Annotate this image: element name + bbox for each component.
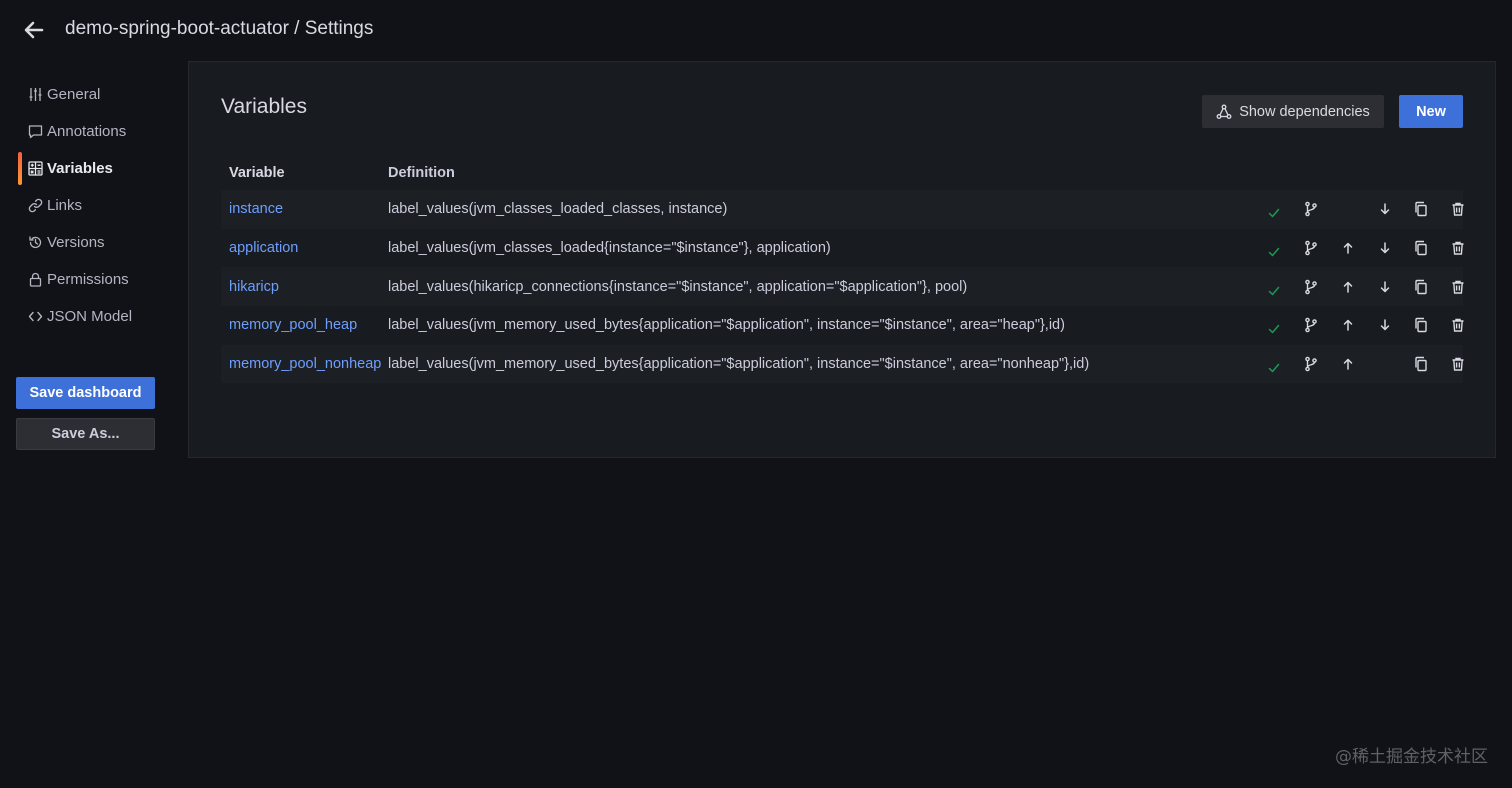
branch-icon[interactable] xyxy=(1302,355,1320,373)
variable-definition-cell: label_values(jvm_memory_used_bytes{appli… xyxy=(388,317,1065,334)
check-icon xyxy=(1265,243,1283,261)
variable-name-link[interactable]: memory_pool_heap xyxy=(229,317,357,333)
check-icon xyxy=(1265,204,1283,222)
watermark: @稀土掘金技术社区 xyxy=(1335,747,1488,767)
arrow-down-icon[interactable] xyxy=(1376,239,1394,257)
back-button[interactable] xyxy=(20,16,48,44)
arrow-left-icon xyxy=(24,21,44,39)
column-header-definition: Definition xyxy=(388,165,455,181)
arrow-down-icon[interactable] xyxy=(1376,316,1394,334)
variable-definition-cell: label_values(jvm_classes_loaded{instance… xyxy=(388,240,831,257)
branch-icon[interactable] xyxy=(1302,200,1320,218)
branch-icon[interactable] xyxy=(1302,316,1320,334)
check-icon xyxy=(1265,282,1283,300)
link-icon xyxy=(28,198,43,213)
arrow-down-icon[interactable] xyxy=(1376,278,1394,296)
sidebar-item-label: JSON Model xyxy=(47,308,133,325)
sidebar-item-label: Annotations xyxy=(47,123,127,140)
table-row: hikaricp label_values(hikaricp_connection… xyxy=(221,267,1464,307)
page-title: demo-spring-boot-actuator / Settings xyxy=(65,18,374,39)
copy-icon[interactable] xyxy=(1412,278,1430,296)
copy-icon[interactable] xyxy=(1412,239,1430,257)
sidebar-item-annotations[interactable]: Annotations xyxy=(0,113,170,150)
variable-definition-cell: label_values(hikaricp_connections{instan… xyxy=(388,278,968,295)
sidebar-item-label: General xyxy=(47,86,101,103)
variables-table: Variable Definition instance label_values… xyxy=(221,156,1464,384)
new-variable-button[interactable]: New xyxy=(1399,95,1463,128)
arrow-down-icon[interactable] xyxy=(1376,200,1394,218)
sliders-icon xyxy=(28,87,43,102)
row-actions xyxy=(1237,190,1464,229)
variable-name-link[interactable]: hikaricp xyxy=(229,279,279,295)
arrow-up-icon[interactable] xyxy=(1339,239,1357,257)
panel-title: Variables xyxy=(221,95,307,118)
sidebar-item-general[interactable]: General xyxy=(0,76,170,113)
arrow-up-icon[interactable] xyxy=(1339,316,1357,334)
variable-name-cell: memory_pool_nonheap xyxy=(221,356,388,372)
sidebar-item-label: Variables xyxy=(47,160,113,177)
trash-icon[interactable] xyxy=(1449,355,1467,373)
page-header: demo-spring-boot-actuator / Settings xyxy=(0,0,1512,60)
sidebar-item-versions[interactable]: Versions xyxy=(0,224,170,261)
show-dependencies-label: Show dependencies xyxy=(1239,103,1370,120)
copy-icon[interactable] xyxy=(1412,316,1430,334)
trash-icon[interactable] xyxy=(1449,200,1467,218)
variable-name-cell: application xyxy=(221,240,388,256)
check-icon xyxy=(1265,320,1283,338)
variable-name-cell: instance xyxy=(221,201,388,217)
variable-name-cell: hikaricp xyxy=(221,279,388,295)
trash-icon[interactable] xyxy=(1449,278,1467,296)
row-actions xyxy=(1237,306,1464,345)
sidebar-item-variables[interactable]: Variables xyxy=(0,150,170,187)
graph-icon xyxy=(1216,104,1232,119)
table-row: application label_values(jvm_classes_load… xyxy=(221,228,1464,268)
variable-name-link[interactable]: memory_pool_nonheap xyxy=(229,356,381,372)
save-as-button[interactable]: Save As... xyxy=(16,418,155,450)
row-actions xyxy=(1237,267,1464,306)
variable-definition-cell: label_values(jvm_classes_loaded_classes,… xyxy=(388,201,728,218)
variable-definition-cell: label_values(jvm_memory_used_bytes{appli… xyxy=(388,356,1090,373)
trash-icon[interactable] xyxy=(1449,239,1467,257)
column-header-variable: Variable xyxy=(229,165,285,181)
variables-panel: Variables Show dependencies New Variable… xyxy=(188,61,1496,458)
arrow-up-icon[interactable] xyxy=(1339,355,1357,373)
calculator-icon xyxy=(28,161,43,176)
save-dashboard-button[interactable]: Save dashboard xyxy=(16,377,155,409)
row-actions xyxy=(1237,229,1464,268)
sidebar-item-label: Permissions xyxy=(47,271,129,288)
sidebar-item-label: Links xyxy=(47,197,83,214)
code-icon xyxy=(28,309,43,324)
branch-icon[interactable] xyxy=(1302,239,1320,257)
row-actions xyxy=(1237,345,1464,384)
sidebar-item-links[interactable]: Links xyxy=(0,187,170,224)
table-row: instance label_values(jvm_classes_loaded_… xyxy=(221,190,1464,229)
show-dependencies-button[interactable]: Show dependencies xyxy=(1202,95,1384,128)
history-icon xyxy=(28,235,43,250)
column-header-actions xyxy=(1237,156,1463,190)
variable-name-link[interactable]: instance xyxy=(229,201,283,217)
copy-icon[interactable] xyxy=(1412,200,1430,218)
variable-name-link[interactable]: application xyxy=(229,240,298,256)
settings-sidebar: General Annotations Variables Links Vers… xyxy=(0,76,170,335)
comment-icon xyxy=(28,124,43,139)
check-icon xyxy=(1265,359,1283,377)
sidebar-item-label: Versions xyxy=(47,234,105,251)
table-row: memory_pool_nonheap label_values(jvm_memo… xyxy=(221,344,1464,384)
arrow-up-icon[interactable] xyxy=(1339,278,1357,296)
trash-icon[interactable] xyxy=(1449,316,1467,334)
branch-icon[interactable] xyxy=(1302,278,1320,296)
table-body: instance label_values(jvm_classes_loaded_… xyxy=(221,190,1464,384)
lock-icon xyxy=(28,272,43,287)
variable-name-cell: memory_pool_heap xyxy=(221,317,388,333)
table-header: Variable Definition xyxy=(221,156,1463,190)
sidebar-item-permissions[interactable]: Permissions xyxy=(0,261,170,298)
copy-icon[interactable] xyxy=(1412,355,1430,373)
sidebar-item-json-model[interactable]: JSON Model xyxy=(0,298,170,335)
table-row: memory_pool_heap label_values(jvm_memory_… xyxy=(221,306,1464,345)
